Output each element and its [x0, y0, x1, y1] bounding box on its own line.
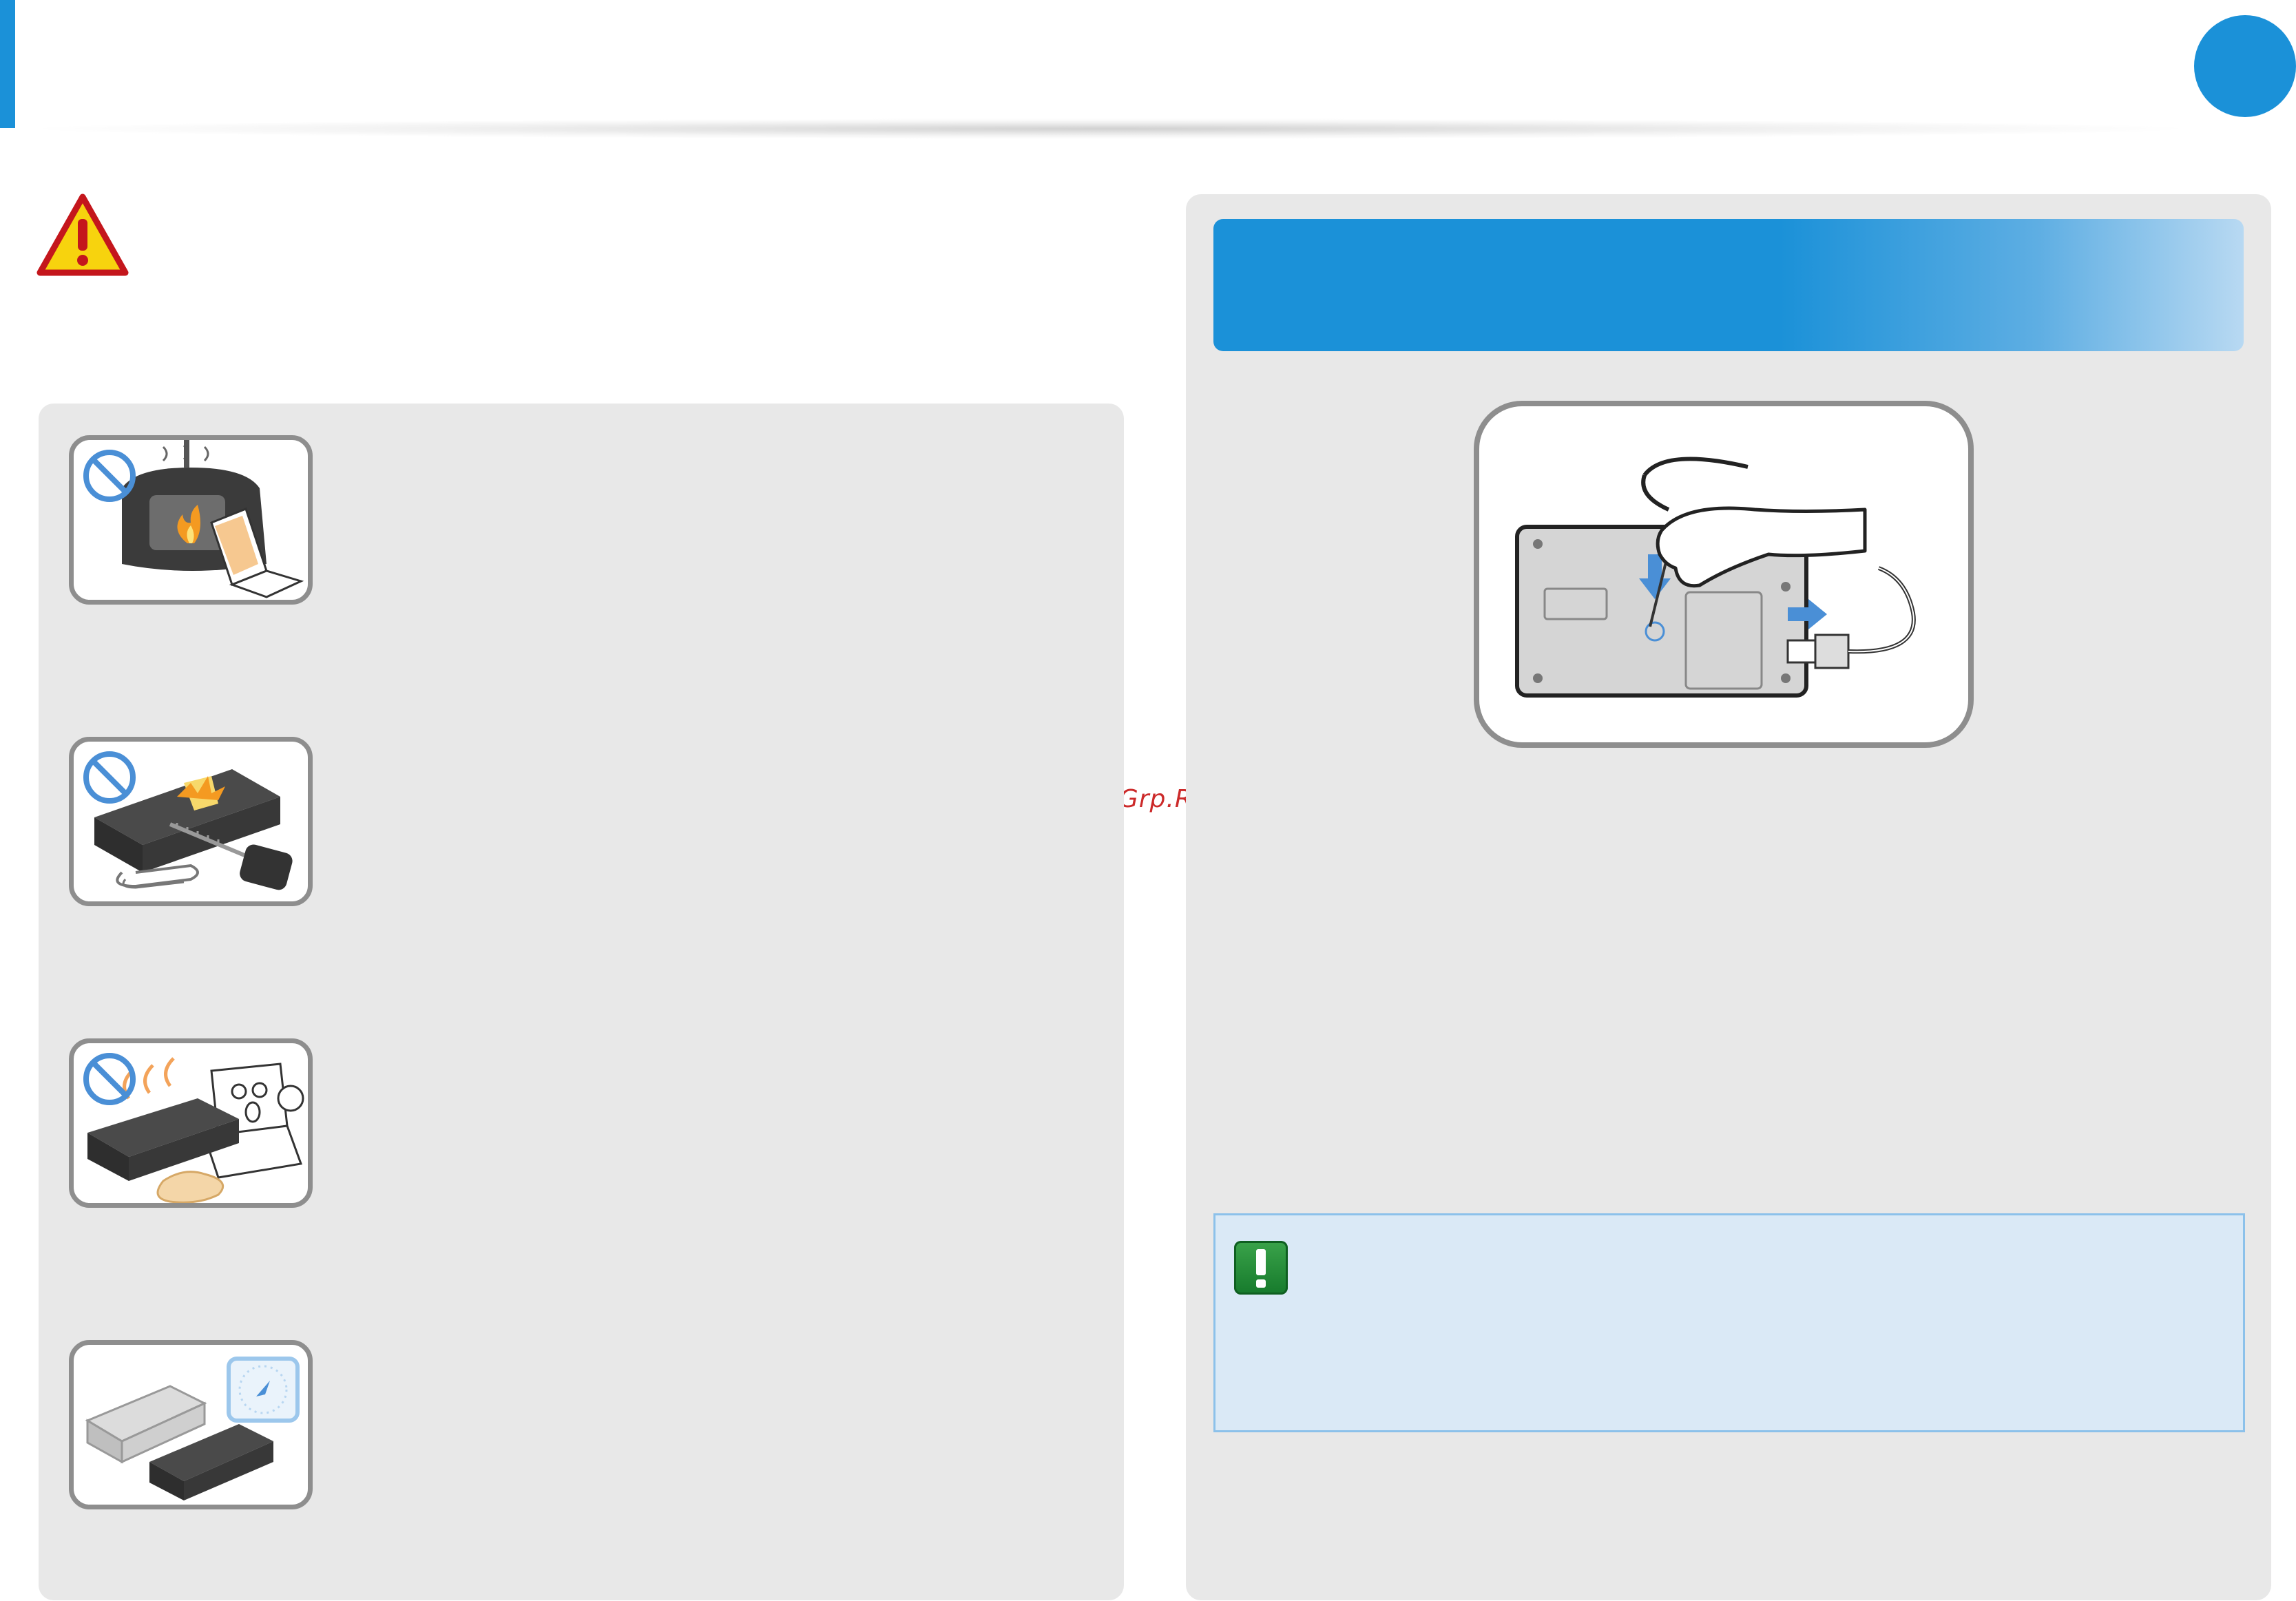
page-indicator-dot — [2194, 15, 2296, 117]
header-divider — [15, 118, 2205, 139]
emergency-hole-pin-icon — [1474, 401, 1974, 748]
battery-replacement-clock-icon — [69, 1340, 313, 1509]
header-accent-bar — [0, 0, 15, 128]
section-title-bar — [1213, 219, 2244, 351]
leaking-hot-battery-prohibited-icon — [69, 1038, 313, 1208]
laptop-near-fire-prohibited-icon — [69, 435, 313, 605]
warning-triangle-icon — [36, 193, 129, 277]
exclamation-note-icon — [1234, 1241, 1288, 1295]
battery-short-circuit-prohibited-icon — [69, 737, 313, 906]
note-box — [1213, 1213, 2245, 1432]
